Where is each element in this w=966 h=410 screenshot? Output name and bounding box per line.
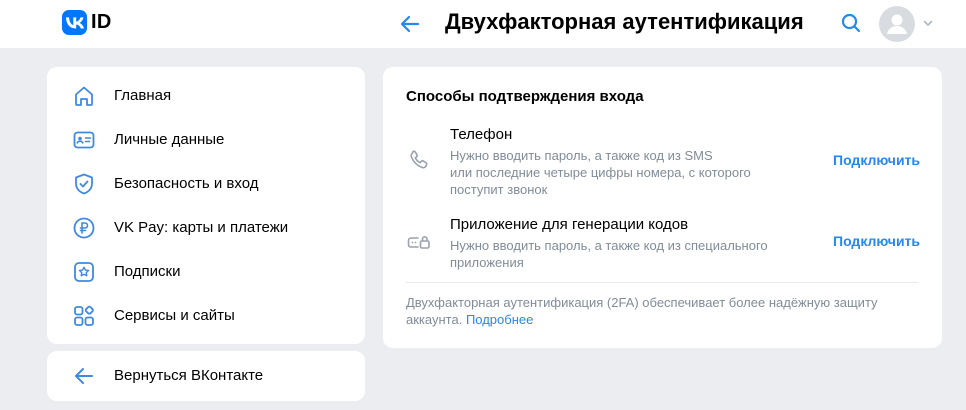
id-card-icon xyxy=(73,131,95,149)
connect-app-button[interactable]: Подключить xyxy=(833,233,920,249)
method-desc-app: Нужно вводить пароль, а также код из спе… xyxy=(450,238,768,270)
top-header: ID Двухфакторная аутентификация xyxy=(0,0,966,48)
back-to-vk-link[interactable]: Вернуться ВКонтакте xyxy=(47,351,365,401)
page-title: Двухфакторная аутентификация xyxy=(445,9,804,34)
password-lock-icon xyxy=(407,235,430,249)
arrow-left-icon xyxy=(75,368,93,384)
vk-logo-icon xyxy=(62,10,87,35)
sidebar-item-label: VK Pay: карты и платежи xyxy=(114,219,289,236)
chevron-down-icon[interactable] xyxy=(922,16,934,28)
phone-icon xyxy=(410,150,428,169)
logo-text: ID xyxy=(91,11,112,33)
search-icon[interactable] xyxy=(839,11,863,35)
sidebar-item-label: Безопасность и вход xyxy=(114,175,259,192)
sidebar-item-personal-data[interactable]: Личные данные xyxy=(47,118,365,162)
sidebar-item-label: Личные данные xyxy=(114,131,225,148)
star-icon xyxy=(74,262,94,282)
sidebar-item-subscriptions[interactable]: Подписки xyxy=(47,250,365,294)
section-title: Способы подтверждения входа xyxy=(406,88,644,105)
shield-icon xyxy=(75,173,93,195)
footnote-text: аккаунта. xyxy=(406,312,463,327)
sidebar-menu: Главная Личные данные Безопасность и вхо… xyxy=(47,67,365,344)
divider xyxy=(406,282,918,283)
home-icon xyxy=(75,86,93,106)
two-factor-panel: Способы подтверждения входа Телефон Нужн… xyxy=(383,67,942,348)
back-to-vk-item[interactable]: Вернуться ВКонтакте xyxy=(47,354,365,398)
back-to-vk-label: Вернуться ВКонтакте xyxy=(114,367,264,384)
connect-phone-button[interactable]: Подключить xyxy=(833,152,920,168)
method-desc-phone: Нужно вводить пароль, а также код из SMS… xyxy=(450,148,751,197)
learn-more-link[interactable]: Подробнее xyxy=(466,312,533,327)
sidebar-item-vk-pay[interactable]: VK Pay: карты и платежи xyxy=(47,206,365,250)
sidebar-item-services[interactable]: Сервисы и сайты xyxy=(47,294,365,338)
ruble-icon xyxy=(73,217,95,239)
sidebar-item-label: Подписки xyxy=(114,263,181,280)
method-title-app: Приложение для генерации кодов xyxy=(450,216,689,233)
footnote: Двухфакторная аутентификация (2FA) обесп… xyxy=(406,295,878,327)
user-silhouette-icon xyxy=(887,14,907,34)
method-title-phone: Телефон xyxy=(450,126,513,143)
services-grid-icon xyxy=(74,305,94,326)
sidebar-item-label: Главная xyxy=(114,87,172,104)
back-arrow-icon[interactable] xyxy=(398,12,422,36)
avatar[interactable] xyxy=(879,6,915,42)
vk-id-logo[interactable]: ID xyxy=(62,10,112,35)
sidebar-item-label: Сервисы и сайты xyxy=(114,307,235,324)
sidebar-item-security[interactable]: Безопасность и вход xyxy=(47,162,365,206)
sidebar-item-home[interactable]: Главная xyxy=(47,74,365,118)
